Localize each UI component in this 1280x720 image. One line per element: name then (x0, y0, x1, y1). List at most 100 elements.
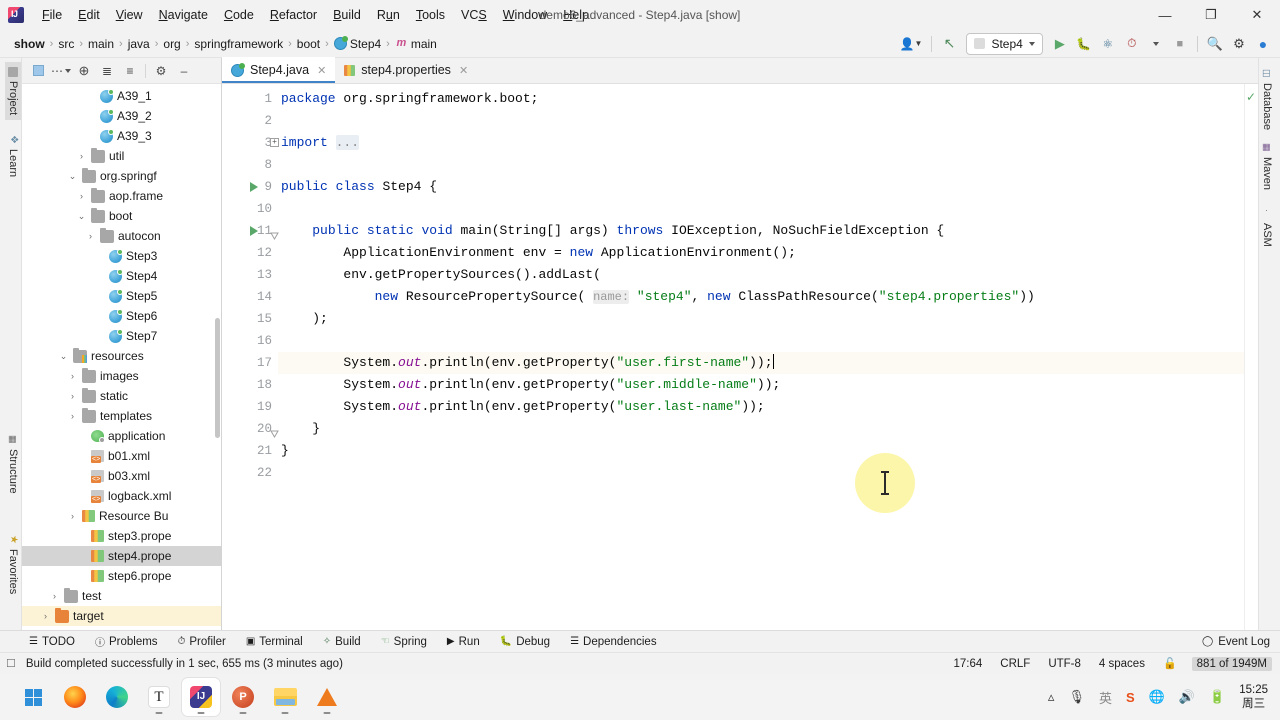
bottom-tab-terminal[interactable]: ▣ Terminal (243, 634, 306, 650)
menu-navigate[interactable]: Navigate (151, 5, 216, 25)
chevron-right-icon[interactable]: › (85, 231, 96, 241)
tree-node-resource-bu[interactable]: › Resource Bu (22, 506, 221, 526)
stop-button[interactable]: ■ (1169, 33, 1191, 55)
profile-icon[interactable]: 👤 ▼ (897, 33, 926, 55)
tree-node-util[interactable]: › util (22, 146, 221, 166)
breadcrumb-item-main-method[interactable]: m main (391, 36, 441, 52)
run-with-coverage-button[interactable]: ⚛ (1097, 33, 1119, 55)
menu-tools[interactable]: Tools (408, 5, 453, 25)
tree-node-step7[interactable]: Step7 (22, 326, 221, 346)
tree-node-static[interactable]: › static (22, 386, 221, 406)
tree-node-images[interactable]: › images (22, 366, 221, 386)
tree-node-step6-prope[interactable]: step6.prope (22, 566, 221, 586)
breadcrumb-item-java[interactable]: java (124, 36, 154, 52)
tree-node-b03-xml[interactable]: b03.xml (22, 466, 221, 486)
bottom-tab-spring[interactable]: ☜ Spring (378, 634, 430, 650)
menu-build[interactable]: Build (325, 5, 369, 25)
tree-node-step5[interactable]: Step5 (22, 286, 221, 306)
menu-file[interactable]: File (34, 5, 70, 25)
expand-all-icon[interactable]: ≣ (97, 61, 117, 81)
tree-node-step4[interactable]: Step4 (22, 266, 221, 286)
tree-node-application[interactable]: application (22, 426, 221, 446)
bottom-tab-dependencies[interactable]: ☰ Dependencies (567, 634, 660, 650)
sidebar-item-learn[interactable]: ❖ Learn (5, 130, 21, 182)
tree-node-org-springf[interactable]: ⌄ org.springf (22, 166, 221, 186)
battery-icon[interactable]: 🔋 (1209, 689, 1225, 705)
sidebar-item-database[interactable]: ◫ Database (1259, 64, 1275, 135)
sidebar-item-project[interactable]: Project (5, 62, 21, 121)
updates-icon[interactable]: ↖ (938, 33, 960, 55)
editor-error-stripe[interactable]: ✓ (1244, 84, 1258, 630)
collapse-all-icon[interactable]: ≡ (120, 61, 140, 81)
chevron-down-icon[interactable]: ⌄ (76, 211, 87, 222)
indent-setting[interactable]: 4 spaces (1096, 657, 1148, 671)
search-icon[interactable]: 🔍 (1204, 33, 1226, 55)
tree-node-a39-3[interactable]: A39_3 (22, 126, 221, 146)
taskbar-intellij-idea[interactable]: IJ (182, 678, 220, 716)
sidebar-item-maven[interactable]: ▦ Maven (1259, 138, 1275, 195)
taskbar-clock[interactable]: 15:25 周三 (1239, 683, 1268, 711)
bottom-tab-debug[interactable]: 🐛 Debug (497, 634, 553, 650)
project-view-selector-button[interactable] (28, 61, 48, 81)
editor-code[interactable]: package org.springframework.boot; import… (278, 84, 1258, 630)
close-icon[interactable]: ✕ (459, 64, 468, 77)
close-icon[interactable]: ✕ (317, 64, 326, 77)
chevron-down-icon[interactable]: ⌄ (67, 171, 78, 182)
breadcrumb-item-org[interactable]: org (159, 36, 184, 52)
status-message[interactable]: Build completed successfully in 1 sec, 6… (23, 657, 346, 671)
chevron-right-icon[interactable]: › (67, 371, 78, 381)
gear-icon[interactable]: ⚙ (1228, 33, 1250, 55)
start-button[interactable] (14, 678, 52, 716)
bottom-tab-profiler[interactable]: ⏱ Profiler (175, 634, 229, 650)
chevron-right-icon[interactable]: › (49, 591, 60, 601)
project-tree[interactable]: A39_1 A39_2 A39_3 › util ⌄ org.springf › aop.fra… (22, 84, 221, 630)
sidebar-item-favorites[interactable]: ★ Favorites (5, 530, 21, 599)
sidebar-item-asm[interactable]: · ASM (1259, 204, 1275, 252)
event-log-button[interactable]: ◯ Event Log (1199, 634, 1280, 650)
gear-icon[interactable]: ⚙ (151, 61, 171, 81)
tree-node-a39-1[interactable]: A39_1 (22, 86, 221, 106)
sidebar-item-structure[interactable]: ▦ Structure (5, 430, 21, 499)
tab-step4-java[interactable]: Step4.java ✕ (222, 57, 336, 83)
tree-node-templates[interactable]: › templates (22, 406, 221, 426)
breadcrumb-item-step4[interactable]: Step4 (330, 36, 385, 52)
ime-language-icon[interactable]: 英 (1099, 688, 1112, 707)
network-icon[interactable]: 🌐 (1149, 689, 1165, 705)
menu-view[interactable]: View (108, 5, 151, 25)
taskbar-edge[interactable] (98, 678, 136, 716)
tree-node-aop-frame[interactable]: › aop.frame (22, 186, 221, 206)
breadcrumb-item-springframework[interactable]: springframework (190, 36, 287, 52)
breadcrumb-item-main[interactable]: main (84, 36, 118, 52)
menu-window[interactable]: Window (495, 5, 555, 25)
editor-gutter[interactable]: 1 2 3 +8 9 10 11 12 13 14 15 16 17 18 19 20 21 22 (222, 84, 279, 630)
chevron-right-icon[interactable]: › (76, 191, 87, 201)
chevron-right-icon[interactable]: › (67, 411, 78, 421)
chevron-right-icon[interactable]: › (67, 511, 78, 521)
caret-position[interactable]: 17:64 (951, 657, 986, 671)
taskbar-typora[interactable]: T (140, 678, 178, 716)
breadcrumb-item-boot[interactable]: boot (293, 36, 324, 52)
tree-node-step4-prope[interactable]: step4.prope (22, 546, 221, 566)
inspection-ok-icon[interactable]: ✓ (1246, 90, 1256, 104)
tree-node-step3-prope[interactable]: step3.prope (22, 526, 221, 546)
code-editor[interactable]: 1 2 3 +8 9 10 11 12 13 14 15 16 17 18 19 20 21 22 package… (222, 84, 1258, 630)
microphone-icon[interactable]: 🎙 (1068, 689, 1085, 705)
debug-button[interactable]: 🐛 (1073, 33, 1095, 55)
tree-node-autocon[interactable]: › autocon (22, 226, 221, 246)
menu-help[interactable]: Help (555, 5, 597, 25)
maximize-button[interactable]: ❐ (1188, 0, 1234, 30)
bottom-tab-problems[interactable]: ⓘ Problems (92, 632, 161, 651)
bottom-tab-todo[interactable]: ☰ TODO (26, 634, 78, 650)
line-separator[interactable]: CRLF (997, 657, 1033, 671)
menu-vcs[interactable]: VCS (453, 5, 495, 25)
chevron-right-icon[interactable]: › (67, 391, 78, 401)
taskbar-file-explorer[interactable] (266, 678, 304, 716)
locate-icon[interactable]: ⊕ (74, 61, 94, 81)
ai-assistant-icon[interactable]: ● (1252, 33, 1274, 55)
taskbar-vlc[interactable] (308, 678, 346, 716)
profiler-button[interactable]: ⏱ (1121, 33, 1143, 55)
chevron-right-icon[interactable]: › (76, 151, 87, 161)
chevron-right-icon[interactable]: › (40, 611, 51, 621)
hide-panel-icon[interactable]: – (174, 61, 194, 81)
bottom-tab-run[interactable]: ▶ Run (444, 634, 483, 650)
